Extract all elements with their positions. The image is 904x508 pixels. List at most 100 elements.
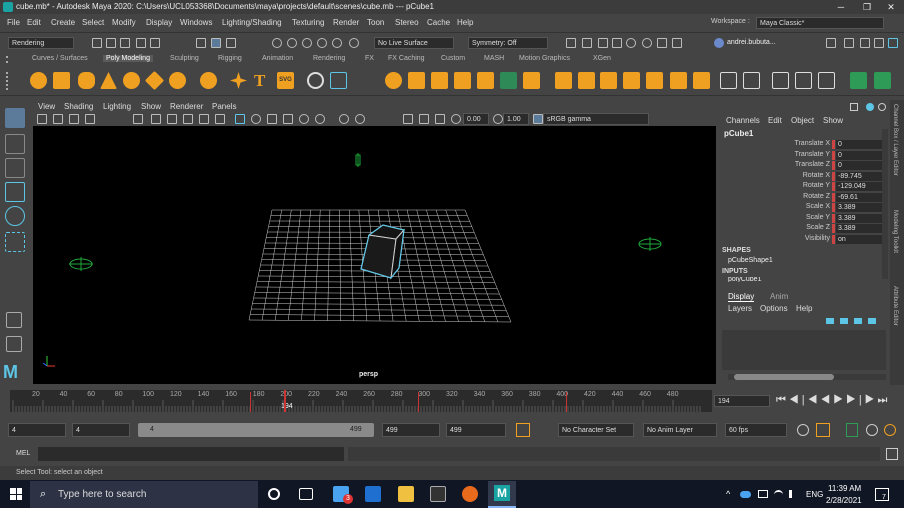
cb-menu-object[interactable]: Object: [791, 116, 814, 125]
motion-blur-icon[interactable]: [419, 114, 429, 124]
pause-render-icon[interactable]: [672, 38, 682, 48]
firefox-icon[interactable]: [462, 486, 478, 502]
attr-value-field[interactable]: -89.745: [836, 171, 882, 181]
ao-icon[interactable]: [403, 114, 413, 124]
shelf-tab-curves-surfaces[interactable]: Curves / Surfaces: [32, 55, 88, 62]
shelf-tab-motion-graphics[interactable]: Motion Graphics: [519, 55, 570, 62]
tray-chevron-icon[interactable]: ^: [726, 489, 730, 499]
loop-icon[interactable]: [797, 424, 809, 436]
redo-icon[interactable]: [150, 38, 160, 48]
workspace-select[interactable]: Maya Classic*: [756, 17, 884, 29]
file-explorer-icon[interactable]: [398, 486, 414, 502]
onedrive-icon[interactable]: [740, 491, 751, 498]
cone-icon[interactable]: [100, 72, 117, 89]
target-weld-icon[interactable]: [500, 72, 517, 89]
undo-icon[interactable]: [136, 38, 146, 48]
snap-view-plane-icon[interactable]: [317, 38, 327, 48]
shelf-tab-rigging[interactable]: Rigging: [218, 55, 242, 62]
attr-label[interactable]: Rotate Z: [768, 193, 830, 200]
user-account-menu[interactable]: andrei.bubuta...: [727, 39, 776, 46]
layer-up-icon[interactable]: [826, 318, 834, 324]
star-icon[interactable]: [230, 72, 247, 89]
input-node[interactable]: polyCube1: [728, 277, 828, 282]
layer-menu-options[interactable]: Options: [760, 304, 788, 313]
script-editor-icon[interactable]: [886, 448, 898, 460]
side-tab-modeling-toolkit[interactable]: Modeling Toolkit: [892, 210, 898, 253]
select-hierarchy-icon[interactable]: [196, 38, 206, 48]
attr-label[interactable]: Translate X: [768, 140, 830, 147]
menu-modify[interactable]: Modify: [112, 18, 136, 27]
cortana-icon[interactable]: [268, 488, 280, 500]
minimize-button[interactable]: ─: [828, 0, 854, 14]
menuset-select[interactable]: Rendering: [8, 37, 74, 49]
volume-icon[interactable]: [789, 490, 797, 498]
animation-start-field[interactable]: 4: [8, 423, 66, 437]
attr-value-field[interactable]: 0: [836, 161, 882, 170]
camera-icon-left[interactable]: [69, 257, 93, 271]
wireframe-icon[interactable]: [235, 114, 245, 124]
vp-menu-panels[interactable]: Panels: [212, 102, 236, 111]
windows-start-icon[interactable]: [10, 488, 22, 500]
sew-uv-icon[interactable]: [646, 72, 663, 89]
mel-label[interactable]: MEL: [16, 450, 30, 457]
vp-menu-view[interactable]: View: [38, 102, 55, 111]
open-scene-icon[interactable]: [106, 38, 116, 48]
wireframe-on-shaded-icon[interactable]: [267, 114, 277, 124]
menu-help[interactable]: Help: [457, 18, 473, 27]
render-setup-icon[interactable]: [657, 38, 667, 48]
snap-live-icon[interactable]: [332, 38, 342, 48]
playback-controls[interactable]: ⏮◀|◀◀▶▶|▶⏭: [776, 394, 890, 407]
shadows-icon[interactable]: [315, 114, 325, 124]
platonic-icon[interactable]: [200, 72, 217, 89]
vp-menu-lighting[interactable]: Lighting: [103, 102, 131, 111]
bookmark-icon[interactable]: [69, 114, 79, 124]
attr-value-field[interactable]: 0: [836, 140, 882, 149]
exposure-field[interactable]: 0.00: [463, 113, 489, 125]
attr-value-field[interactable]: 3.389: [836, 224, 882, 233]
shelf-tab-custom[interactable]: Custom: [441, 55, 465, 62]
attribute-editor-icon[interactable]: [844, 38, 854, 48]
planar-map-icon[interactable]: [670, 72, 687, 89]
channel-box-icon[interactable]: [874, 38, 884, 48]
attr-label[interactable]: Scale X: [768, 203, 830, 210]
menu-edit[interactable]: Edit: [27, 18, 41, 27]
anti-alias-icon[interactable]: [435, 114, 445, 124]
layer-scrollbar[interactable]: [728, 374, 886, 380]
torus-icon[interactable]: [123, 72, 140, 89]
attr-label[interactable]: Rotate Y: [768, 182, 830, 189]
view-transform-select[interactable]: sRGB gamma: [543, 113, 649, 125]
vp-menu-show[interactable]: Show: [141, 102, 161, 111]
layer-editor-icon[interactable]: [888, 38, 898, 48]
transform-uv-icon[interactable]: [720, 72, 737, 89]
scale-tool-icon[interactable]: [5, 232, 25, 252]
maya-taskbar-button[interactable]: M: [488, 481, 516, 508]
snap-point-icon[interactable]: [302, 38, 312, 48]
symmetry-select[interactable]: Symmetry: Off: [468, 37, 548, 49]
text-icon[interactable]: T: [254, 72, 271, 89]
menu-texturing[interactable]: Texturing: [292, 18, 324, 27]
menu-windows[interactable]: Windows: [180, 18, 212, 27]
unfold-uv-icon[interactable]: [600, 72, 617, 89]
hypershade-icon[interactable]: [626, 38, 636, 48]
camera-icon-right[interactable]: [638, 237, 662, 251]
attr-value-field[interactable]: 0: [836, 150, 882, 160]
auto-map-icon[interactable]: [693, 72, 710, 89]
exposure-icon[interactable]: [451, 114, 461, 124]
smooth-shade-icon[interactable]: [251, 114, 261, 124]
attr-label[interactable]: Scale Y: [768, 214, 830, 221]
paint-select-icon[interactable]: [5, 158, 25, 178]
mirror-icon[interactable]: [523, 72, 540, 89]
cut-uv-icon[interactable]: [578, 72, 595, 89]
attr-label[interactable]: Rotate X: [768, 172, 830, 179]
perspective-viewport[interactable]: persp: [33, 126, 716, 384]
cube-icon[interactable]: [53, 72, 70, 89]
cylinder-icon[interactable]: [78, 72, 95, 89]
channel-box-scrollbar[interactable]: [882, 129, 888, 279]
new-scene-icon[interactable]: [92, 38, 102, 48]
live-surface-select[interactable]: No Live Surface: [374, 37, 454, 49]
smooth-icon[interactable]: [385, 72, 402, 89]
camera-select-icon[interactable]: [37, 114, 47, 124]
render-settings-icon[interactable]: [612, 38, 622, 48]
field-chart-icon[interactable]: [199, 114, 209, 124]
timeline-track[interactable]: 20 40 60 80 100 120 140 160 180 200 220 240 260 280 30…: [10, 390, 712, 412]
